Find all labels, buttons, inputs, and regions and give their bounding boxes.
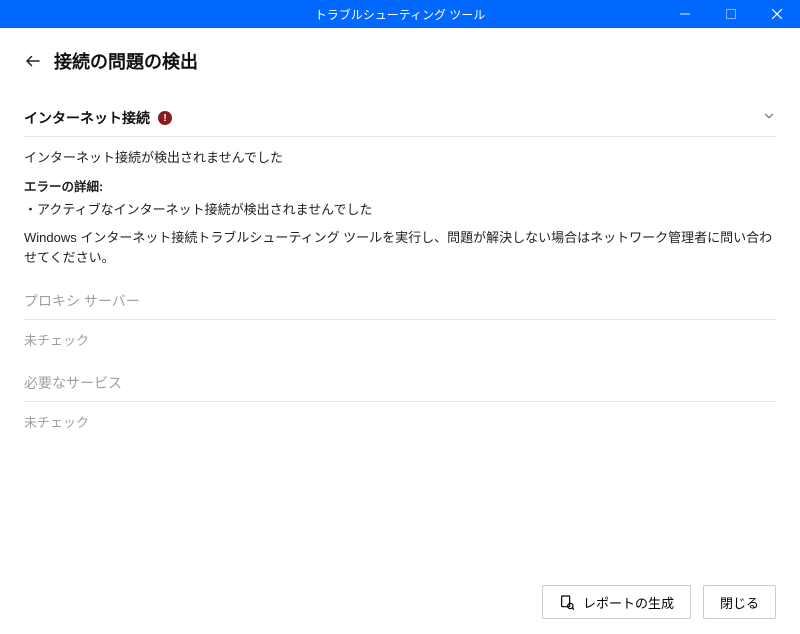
section-header-internet[interactable]: インターネット接続 ! [24, 98, 776, 137]
page-header: 接続の問題の検出 [24, 48, 776, 74]
window-controls [662, 0, 800, 28]
section-title-proxy: プロキシ サーバー [24, 291, 140, 311]
titlebar: トラブルシューティング ツール [0, 0, 800, 28]
error-bullet-1: ・アクティブなインターネット接続が検出されませんでした [24, 199, 776, 218]
generate-report-label: レポートの生成 [583, 593, 674, 612]
close-button-label: 閉じる [720, 593, 759, 612]
page-title: 接続の問題の検出 [54, 48, 198, 74]
error-badge-icon: ! [158, 111, 172, 125]
error-details-label: エラーの詳細: [24, 176, 776, 195]
section-header-proxy[interactable]: プロキシ サーバー [24, 281, 776, 320]
window-title: トラブルシューティング ツール [315, 6, 486, 23]
section-proxy: プロキシ サーバー 未チェック [24, 281, 776, 363]
close-window-button[interactable] [754, 0, 800, 28]
internet-help-text: Windows インターネット接続トラブルシューティング ツールを実行し、問題が… [24, 228, 776, 267]
minimize-button[interactable] [662, 0, 708, 28]
maximize-button[interactable] [708, 0, 754, 28]
section-internet: インターネット接続 ! インターネット接続が検出されませんでした エラーの詳細:… [24, 98, 776, 281]
back-arrow-icon[interactable] [24, 52, 42, 70]
section-title-services: 必要なサービス [24, 373, 122, 393]
section-body-internet: インターネット接続が検出されませんでした エラーの詳細: ・アクティブなインター… [24, 137, 776, 281]
chevron-down-icon [762, 109, 776, 128]
proxy-status: 未チェック [24, 320, 776, 363]
section-services: 必要なサービス 未チェック [24, 363, 776, 445]
section-header-services[interactable]: 必要なサービス [24, 363, 776, 402]
report-icon [559, 594, 575, 610]
footer: レポートの生成 閉じる [0, 570, 800, 634]
generate-report-button[interactable]: レポートの生成 [542, 585, 691, 619]
section-title-internet: インターネット接続 [24, 108, 150, 128]
close-button[interactable]: 閉じる [703, 585, 776, 619]
services-status: 未チェック [24, 402, 776, 445]
content-area: 接続の問題の検出 インターネット接続 ! インターネット接続が検出されませんでし… [0, 28, 800, 570]
internet-status-text: インターネット接続が検出されませんでした [24, 147, 776, 166]
